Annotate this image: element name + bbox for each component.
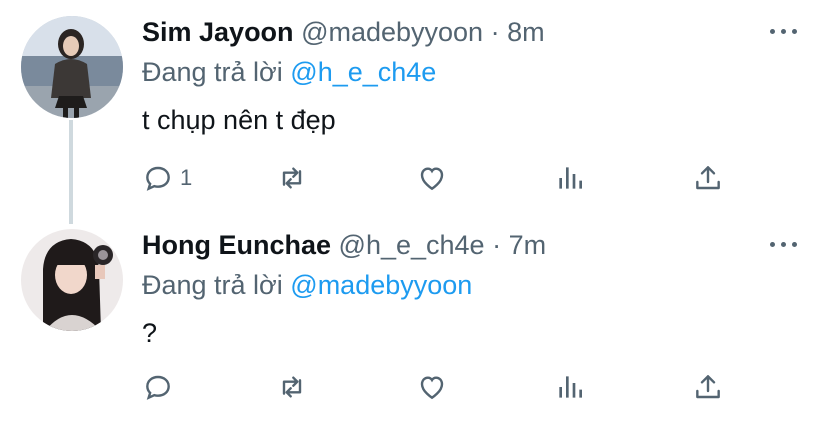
replying-to-link[interactable]: @h_e_ch4e xyxy=(290,57,436,87)
thread-line xyxy=(69,120,73,224)
user-handle[interactable]: @h_e_ch4e xyxy=(339,230,485,260)
replying-to: Đang trả lời @h_e_ch4e xyxy=(142,56,436,88)
replying-to-link[interactable]: @madebyyoon xyxy=(290,270,472,300)
replying-to-label: Đang trả lời xyxy=(142,270,283,300)
user-handle[interactable]: @madebyyoon xyxy=(301,17,483,47)
tweet[interactable]: Hong Eunchae @h_e_ch4e · 7m Đang trả lời… xyxy=(0,229,828,419)
analytics-button[interactable] xyxy=(554,160,586,196)
share-button[interactable] xyxy=(692,369,724,405)
like-icon xyxy=(420,167,444,191)
tweet-header: Sim Jayoon @madebyyoon · 8m xyxy=(142,16,545,48)
retweet-button[interactable] xyxy=(276,160,308,196)
avatar[interactable] xyxy=(21,16,123,118)
analytics-button[interactable] xyxy=(554,369,586,405)
share-icon xyxy=(696,375,720,399)
reply-count: 1 xyxy=(180,165,193,190)
like-icon xyxy=(420,376,444,400)
share-button[interactable] xyxy=(692,160,724,196)
separator-dot: · xyxy=(492,230,502,260)
avatar[interactable] xyxy=(21,229,123,331)
replying-to: Đang trả lời @madebyyoon xyxy=(142,269,472,301)
retweet-icon xyxy=(282,376,302,398)
timestamp[interactable]: 7m xyxy=(509,230,547,260)
display-name[interactable]: Hong Eunchae xyxy=(142,230,331,260)
more-icon[interactable] xyxy=(770,26,800,38)
action-bar xyxy=(142,369,732,405)
like-button[interactable] xyxy=(416,369,448,405)
retweet-icon xyxy=(282,167,302,189)
reply-icon xyxy=(146,375,170,400)
tweet-header: Hong Eunchae @h_e_ch4e · 7m xyxy=(142,229,546,261)
share-icon xyxy=(696,166,720,190)
analytics-icon xyxy=(559,376,582,398)
tweet[interactable]: Sim Jayoon @madebyyoon · 8m Đang trả lời… xyxy=(0,16,828,206)
action-bar: 1 xyxy=(142,160,732,196)
retweet-button[interactable] xyxy=(276,369,308,405)
tweet-text: ? xyxy=(142,318,158,348)
avatar-photo xyxy=(21,16,123,118)
avatar-photo xyxy=(21,229,123,331)
reply-icon xyxy=(146,166,170,191)
more-icon[interactable] xyxy=(770,239,800,251)
display-name[interactable]: Sim Jayoon xyxy=(142,17,294,47)
like-button[interactable] xyxy=(416,160,448,196)
replying-to-label: Đang trả lời xyxy=(142,57,283,87)
reply-button[interactable] xyxy=(142,369,180,405)
tweet-text: t chụp nên t đẹp xyxy=(142,105,336,135)
analytics-icon xyxy=(559,167,582,189)
separator-dot: · xyxy=(490,17,500,47)
reply-button[interactable]: 1 xyxy=(142,160,192,196)
timestamp[interactable]: 8m xyxy=(507,17,545,47)
